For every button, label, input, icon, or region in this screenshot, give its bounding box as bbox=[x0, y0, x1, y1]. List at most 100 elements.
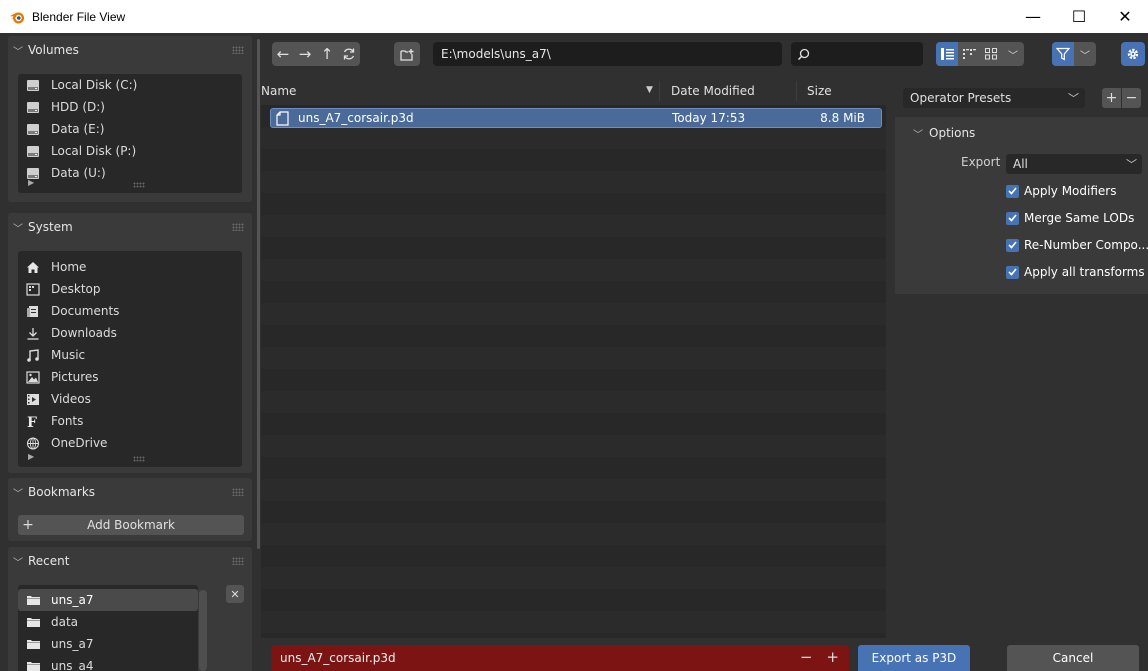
forward-button[interactable]: → bbox=[294, 42, 316, 66]
bookmarks-panel-header[interactable]: ﹀ Bookmarks bbox=[8, 478, 252, 506]
volume-item-label: Data (E:) bbox=[51, 122, 105, 136]
system-item[interactable]: Videos bbox=[18, 388, 242, 410]
system-panel-header[interactable]: ﹀ System bbox=[8, 213, 252, 241]
recent-panel-header[interactable]: ﹀ Recent bbox=[8, 547, 252, 575]
add-preset-button[interactable]: + bbox=[1102, 88, 1121, 108]
column-name-label[interactable]: Name bbox=[261, 84, 296, 98]
system-item[interactable]: OneDrive bbox=[18, 432, 242, 454]
drag-grip-icon[interactable] bbox=[232, 46, 244, 54]
export-mode-select[interactable]: All ﹀ bbox=[1006, 154, 1142, 174]
add-bookmark-button[interactable]: + Add Bookmark bbox=[18, 515, 244, 535]
recent-item[interactable]: uns_a4 bbox=[18, 655, 198, 671]
plus-icon: + bbox=[1105, 90, 1118, 106]
folder-icon bbox=[25, 659, 41, 671]
toggle-filter-button[interactable] bbox=[1052, 42, 1074, 66]
downloads-icon bbox=[25, 326, 41, 340]
recent-item[interactable]: uns_a7 bbox=[18, 589, 198, 611]
arrow-left-icon: ← bbox=[276, 45, 290, 63]
display-settings-dropdown[interactable]: ﹀ bbox=[1002, 42, 1024, 66]
chevron-down-icon: ﹀ bbox=[913, 129, 923, 141]
volume-item[interactable]: Local Disk (P:) bbox=[18, 140, 242, 162]
region-divider[interactable] bbox=[886, 77, 895, 638]
column-size-label[interactable]: Size bbox=[807, 84, 832, 98]
arrow-up-icon: ↑ bbox=[320, 45, 334, 63]
empty-row bbox=[261, 215, 886, 237]
empty-row bbox=[261, 259, 886, 281]
maximize-button[interactable]: ☐ bbox=[1056, 0, 1102, 33]
recent-item[interactable]: data bbox=[18, 611, 198, 633]
system-item[interactable]: Music bbox=[18, 344, 242, 366]
horizontal-list-button[interactable] bbox=[958, 42, 980, 66]
folder-icon bbox=[25, 637, 41, 651]
system-item[interactable]: Downloads bbox=[18, 322, 242, 344]
empty-row bbox=[261, 171, 886, 193]
volumes-panel-title: Volumes bbox=[28, 43, 79, 57]
empty-row bbox=[261, 193, 886, 215]
chevron-down-icon: ﹀ bbox=[13, 223, 23, 235]
create-new-directory-button[interactable] bbox=[394, 42, 420, 66]
sidebar-scrollbar-thumb[interactable] bbox=[257, 39, 260, 549]
empty-row bbox=[261, 479, 886, 501]
cancel-button[interactable]: Cancel bbox=[1007, 645, 1139, 671]
remove-preset-button[interactable]: − bbox=[1122, 88, 1141, 108]
directory-path-input[interactable]: E:\models\uns_a7\ bbox=[433, 42, 782, 66]
volume-item[interactable]: Data (E:) bbox=[18, 118, 242, 140]
increment-filename-button[interactable]: + bbox=[826, 648, 839, 666]
minimize-button[interactable]: — bbox=[1010, 0, 1056, 33]
resize-grip-icon[interactable] bbox=[133, 456, 145, 462]
filter-funnel-icon bbox=[1056, 47, 1070, 61]
volume-item[interactable]: Data (U:) bbox=[18, 162, 242, 184]
export-button[interactable]: Export as P3D bbox=[858, 645, 970, 671]
volume-item[interactable]: Local Disk (C:) bbox=[18, 74, 242, 96]
volumes-list: Local Disk (C:) HDD (D:) Data (E:) Local Di… bbox=[18, 74, 242, 193]
column-separator[interactable] bbox=[659, 81, 660, 101]
recent-scrollbar[interactable] bbox=[199, 590, 207, 671]
close-button[interactable]: ✕ bbox=[1102, 0, 1148, 33]
parent-directory-button[interactable]: ↑ bbox=[316, 42, 338, 66]
drive-icon bbox=[25, 78, 41, 92]
empty-row bbox=[261, 369, 886, 391]
drag-grip-icon[interactable] bbox=[232, 557, 244, 565]
thumbnails-button[interactable] bbox=[980, 42, 1002, 66]
resize-grip-icon[interactable] bbox=[133, 182, 145, 188]
recent-item[interactable]: uns_a7 bbox=[18, 633, 198, 655]
volumes-panel-header[interactable]: ﹀ Volumes bbox=[8, 36, 252, 64]
empty-row bbox=[261, 149, 886, 171]
clear-recent-button[interactable]: ✕ bbox=[226, 585, 244, 603]
volume-item[interactable]: HDD (D:) bbox=[18, 96, 242, 118]
refresh-button[interactable] bbox=[338, 42, 360, 66]
back-button[interactable]: ← bbox=[272, 42, 294, 66]
decrement-filename-button[interactable]: − bbox=[800, 648, 813, 666]
documents-icon bbox=[25, 304, 41, 318]
empty-row bbox=[261, 523, 886, 545]
system-item[interactable]: Pictures bbox=[18, 366, 242, 388]
toggle-options-region-button[interactable] bbox=[1121, 42, 1145, 66]
drag-grip-icon[interactable] bbox=[232, 223, 244, 231]
file-row[interactable]: uns_A7_corsair.p3d Today 17:53 8.8 MiB bbox=[270, 108, 882, 128]
system-item[interactable]: Desktop bbox=[18, 278, 242, 300]
expand-arrow-icon[interactable]: ▶ bbox=[28, 178, 34, 187]
file-list-area[interactable]: Name ▼ Date Modified Size uns_A7_corsair… bbox=[261, 77, 886, 638]
option-checkbox[interactable]: Merge Same LODs bbox=[1006, 208, 1134, 228]
filter-settings-dropdown[interactable]: ﹀ bbox=[1074, 42, 1096, 66]
system-item[interactable]: Home bbox=[18, 256, 242, 278]
filename-input[interactable]: uns_A7_corsair.p3d − + bbox=[271, 645, 849, 671]
empty-row bbox=[261, 545, 886, 567]
filter-search-input[interactable] bbox=[791, 42, 923, 66]
option-checkbox[interactable]: Apply Modifiers bbox=[1006, 181, 1116, 201]
minus-icon: − bbox=[1125, 90, 1138, 106]
expand-arrow-icon[interactable]: ▶ bbox=[28, 452, 34, 461]
system-item[interactable]: F Fonts bbox=[18, 410, 242, 432]
system-item[interactable]: Documents bbox=[18, 300, 242, 322]
column-separator[interactable] bbox=[796, 81, 797, 101]
option-checkbox[interactable]: Re-Number Compo... bbox=[1006, 235, 1148, 255]
vertical-list-button[interactable] bbox=[936, 42, 958, 66]
option-checkbox[interactable]: Apply all transforms bbox=[1006, 262, 1145, 282]
column-date-label[interactable]: Date Modified bbox=[671, 84, 755, 98]
drag-grip-icon[interactable] bbox=[232, 488, 244, 496]
empty-row bbox=[261, 457, 886, 479]
empty-row bbox=[261, 325, 886, 347]
chevron-down-icon: ﹀ bbox=[13, 557, 23, 569]
operator-presets-dropdown[interactable]: Operator Presets ﹀ bbox=[903, 88, 1085, 108]
options-panel-header[interactable]: ﹀ Options bbox=[913, 123, 975, 143]
